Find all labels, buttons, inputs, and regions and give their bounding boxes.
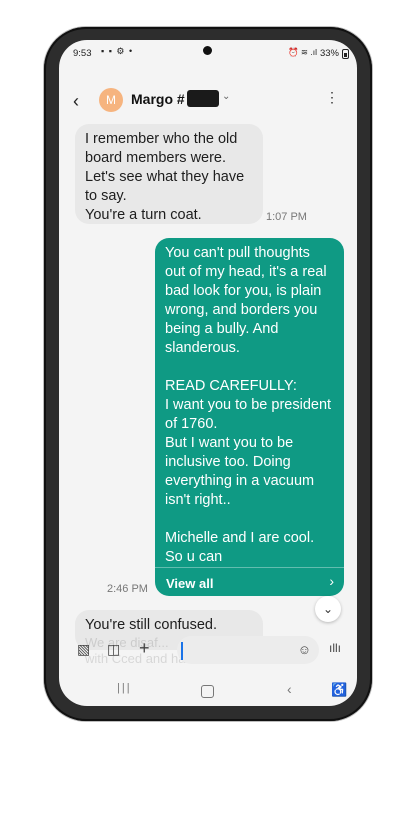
- avatar[interactable]: M: [99, 88, 123, 112]
- contact-name[interactable]: Margo #: [131, 91, 185, 107]
- view-all-button[interactable]: View all ›: [155, 567, 344, 596]
- text-caret: [181, 642, 183, 660]
- redaction-box: [187, 90, 219, 107]
- chevron-down-icon[interactable]: ⌄: [222, 91, 230, 102]
- message-input[interactable]: [185, 640, 299, 662]
- scroll-to-bottom-button[interactable]: ⌄: [315, 596, 341, 622]
- message-composer: ▧ ◫ + ☺ ıllı: [59, 636, 357, 666]
- gallery-icon[interactable]: ▧: [77, 642, 90, 656]
- chevron-right-icon: ›: [329, 573, 334, 589]
- back-arrow-icon[interactable]: ‹: [73, 92, 79, 110]
- view-all-label: View all: [166, 576, 214, 591]
- home-icon[interactable]: [201, 685, 214, 698]
- outgoing-message[interactable]: You can't pull thoughts out of my head, …: [155, 238, 344, 596]
- back-nav-icon[interactable]: ‹: [287, 681, 292, 697]
- status-time: 9:53: [73, 48, 92, 59]
- navigation-bar: ||| ‹ ♿: [59, 680, 357, 702]
- notification-icons: ▪ ▪ ⚙ •: [101, 46, 134, 56]
- message-time: 1:07 PM: [266, 211, 307, 223]
- voice-input-icon[interactable]: ıllı: [329, 642, 341, 654]
- accessibility-icon[interactable]: ♿: [331, 682, 347, 698]
- incoming-message[interactable]: I remember who the old board members wer…: [75, 124, 263, 224]
- recents-icon[interactable]: |||: [117, 682, 132, 694]
- status-bar: 9:53 ▪ ▪ ⚙ • ⏰ ≋ .ıl 33%: [59, 40, 357, 64]
- battery-icon: [342, 49, 349, 59]
- outgoing-message-text: You can't pull thoughts out of my head, …: [165, 245, 332, 565]
- message-input-area[interactable]: ☺: [177, 636, 319, 664]
- front-camera: [203, 46, 212, 55]
- camera-icon[interactable]: ◫: [107, 642, 120, 656]
- phone-screen: 9:53 ▪ ▪ ⚙ • ⏰ ≋ .ıl 33% ‹ M Margo # ⌄ ⋮…: [59, 40, 357, 706]
- message-time: 2:46 PM: [107, 583, 148, 595]
- more-vertical-icon[interactable]: ⋮: [325, 90, 339, 104]
- plus-icon[interactable]: +: [139, 639, 150, 657]
- signal-icons: ⏰ ≋ .ıl: [287, 47, 317, 57]
- battery-percent: 33%: [319, 48, 339, 59]
- chevron-down-icon: ⌄: [322, 602, 334, 616]
- emoji-icon[interactable]: ☺: [298, 642, 311, 657]
- conversation-header: ‹ M Margo # ⌄ ⋮: [59, 86, 357, 118]
